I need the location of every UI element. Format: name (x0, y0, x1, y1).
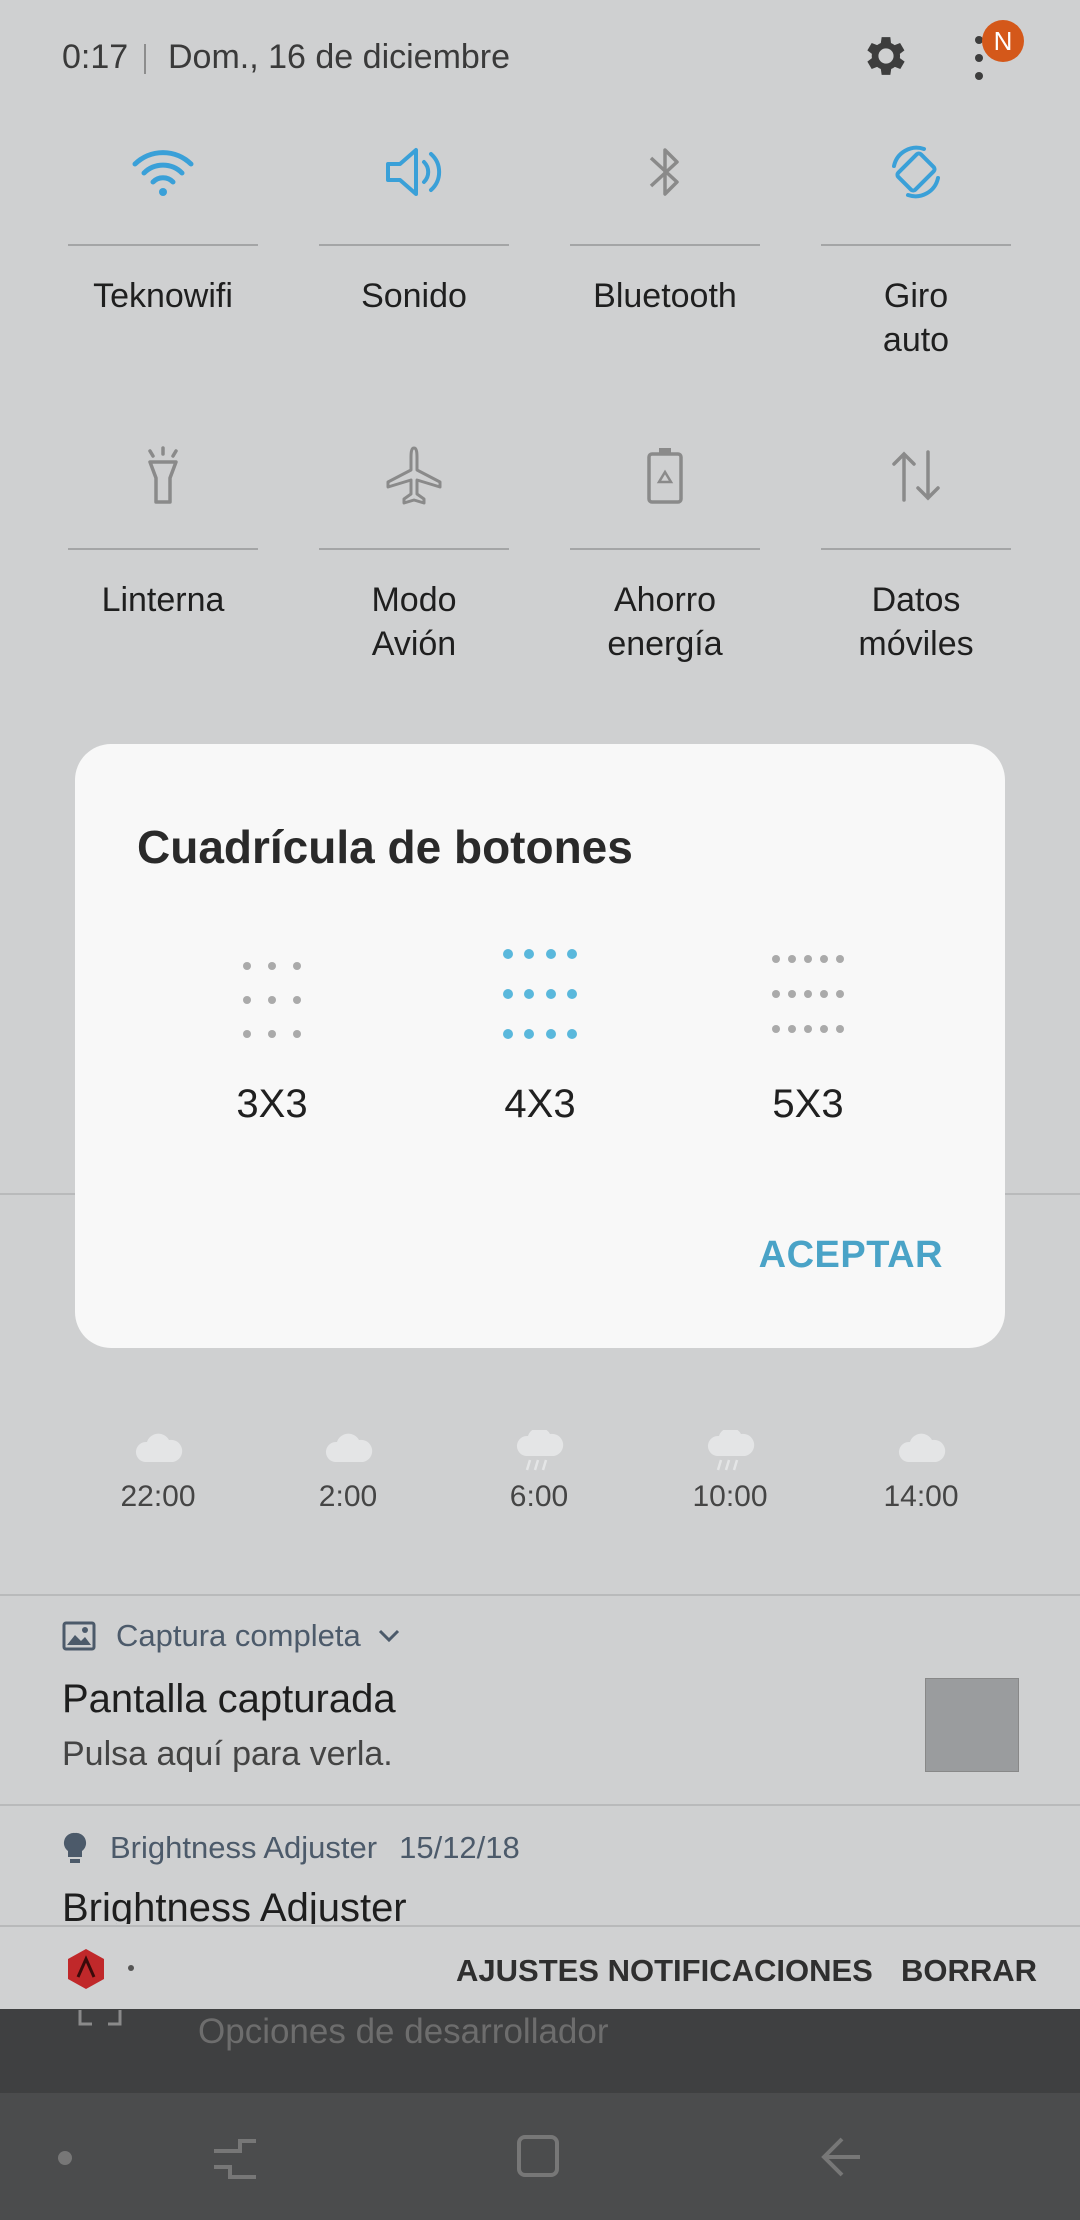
tile-label: Modo Avión (371, 581, 457, 663)
grid-option-3x3[interactable]: 3X3 (172, 934, 372, 1127)
notification-app-name: Captura completa (116, 1618, 361, 1653)
power-saving-icon (647, 448, 683, 504)
tile-flashlight[interactable]: Linterna (68, 426, 258, 622)
auto-rotate-icon (892, 145, 940, 199)
tile-divider (68, 244, 258, 246)
tile-bluetooth[interactable]: Bluetooth (570, 122, 760, 318)
screenshot-thumbnail[interactable] (925, 1678, 1019, 1772)
developer-options-item: Opciones de desarrollador (198, 2012, 609, 2051)
sound-icon (386, 148, 442, 196)
recent-apps-icon[interactable] (210, 2133, 260, 2183)
notification-settings-button[interactable]: AJUSTES NOTIFICACIONES (456, 1953, 873, 1989)
tile-divider (821, 548, 1011, 550)
notification-app-name: Brightness Adjuster (110, 1830, 378, 1865)
rain-icon (708, 1430, 755, 1471)
grid-option-label: 4X3 (504, 1082, 576, 1126)
chevron-down-icon[interactable] (375, 1626, 403, 1646)
tile-divider (570, 548, 760, 550)
status-separator (144, 44, 146, 74)
notification-separator (0, 1804, 1080, 1806)
tile-divider (319, 244, 509, 246)
navigation-bar (0, 2093, 1080, 2220)
grid-option-label: 5X3 (772, 1082, 844, 1126)
notification-text[interactable]: Pulsa aquí para verla. (62, 1735, 393, 1774)
tile-label: Sonido (361, 277, 467, 315)
tile-divider (821, 244, 1011, 246)
tile-label: Teknowifi (93, 277, 233, 315)
frame-icon (78, 2010, 122, 2026)
dialog-title: Cuadrícula de botones (137, 821, 633, 873)
bulb-icon (63, 1832, 87, 1863)
notification-actions-bar: AJUSTES NOTIFICACIONES BORRAR (0, 1925, 1080, 2011)
gear-icon[interactable] (860, 30, 912, 82)
antutu-icon (68, 1949, 104, 1989)
status-date: Dom., 16 de diciembre (168, 38, 511, 76)
bluetooth-icon (649, 148, 679, 196)
tile-mobile-data[interactable]: Datos móviles (821, 426, 1011, 666)
grid-4x3-icon (503, 949, 577, 1039)
nav-dot-icon[interactable] (58, 2151, 72, 2165)
airplane-icon (386, 446, 442, 505)
weather-hour: 14:00 (861, 1430, 981, 1514)
tile-divider (319, 548, 509, 550)
back-icon[interactable] (818, 2135, 864, 2179)
weather-hour: 6:00 (479, 1430, 599, 1514)
grid-3x3-icon (243, 962, 301, 1038)
tile-auto-rotate[interactable]: Giro auto (821, 122, 1011, 362)
rain-icon (517, 1430, 564, 1471)
status-time: 0:17 (62, 38, 129, 76)
notification-separator (0, 1594, 1080, 1596)
notification-header[interactable]: Captura completa (62, 1618, 403, 1654)
grid-option-5x3[interactable]: 5X3 (708, 934, 908, 1127)
accept-button[interactable]: ACEPTAR (759, 1234, 943, 1277)
notification-title[interactable]: Pantalla capturada (62, 1677, 396, 1722)
tile-wifi[interactable]: Teknowifi (68, 122, 258, 318)
grid-option-4x3[interactable]: 4X3 (440, 934, 640, 1127)
button-grid-dialog: Cuadrícula de botones 3X3 4X3 5X3 ACEPTA… (75, 744, 1005, 1348)
grid-option-label: 3X3 (236, 1082, 308, 1126)
cloud-icon (325, 1433, 373, 1462)
grid-5x3-icon (772, 955, 844, 1033)
tile-divider (68, 548, 258, 550)
notification-header[interactable]: Brightness Adjuster 15/12/18 (62, 1830, 520, 1866)
wifi-icon (132, 150, 194, 196)
notification-title[interactable]: Brightness Adjuster (62, 1886, 407, 1924)
clear-all-button[interactable]: BORRAR (901, 1953, 1037, 1989)
notification-date: 15/12/18 (399, 1830, 520, 1865)
tile-divider (570, 244, 760, 246)
image-icon (62, 1621, 96, 1651)
tile-label: Datos móviles (858, 581, 974, 663)
weather-hour: 2:00 (288, 1430, 408, 1514)
tile-sound[interactable]: Sonido (319, 122, 509, 318)
tile-label: Ahorro energía (607, 581, 723, 663)
home-icon[interactable] (515, 2133, 561, 2179)
weather-hour: 10:00 (670, 1430, 790, 1514)
dot-indicator (128, 1965, 134, 1971)
tile-airplane[interactable]: Modo Avión (319, 426, 509, 666)
weather-hour: 22:00 (98, 1430, 218, 1514)
cloud-icon (135, 1433, 183, 1462)
cloud-icon (898, 1433, 946, 1462)
flashlight-icon (148, 446, 178, 504)
tile-label: Bluetooth (593, 277, 737, 315)
tile-power-saving[interactable]: Ahorro energía (570, 426, 760, 666)
tile-label: Giro auto (882, 277, 950, 359)
mobile-data-icon (892, 450, 940, 502)
notification-badge: N (982, 20, 1024, 62)
tile-label: Linterna (101, 581, 225, 619)
